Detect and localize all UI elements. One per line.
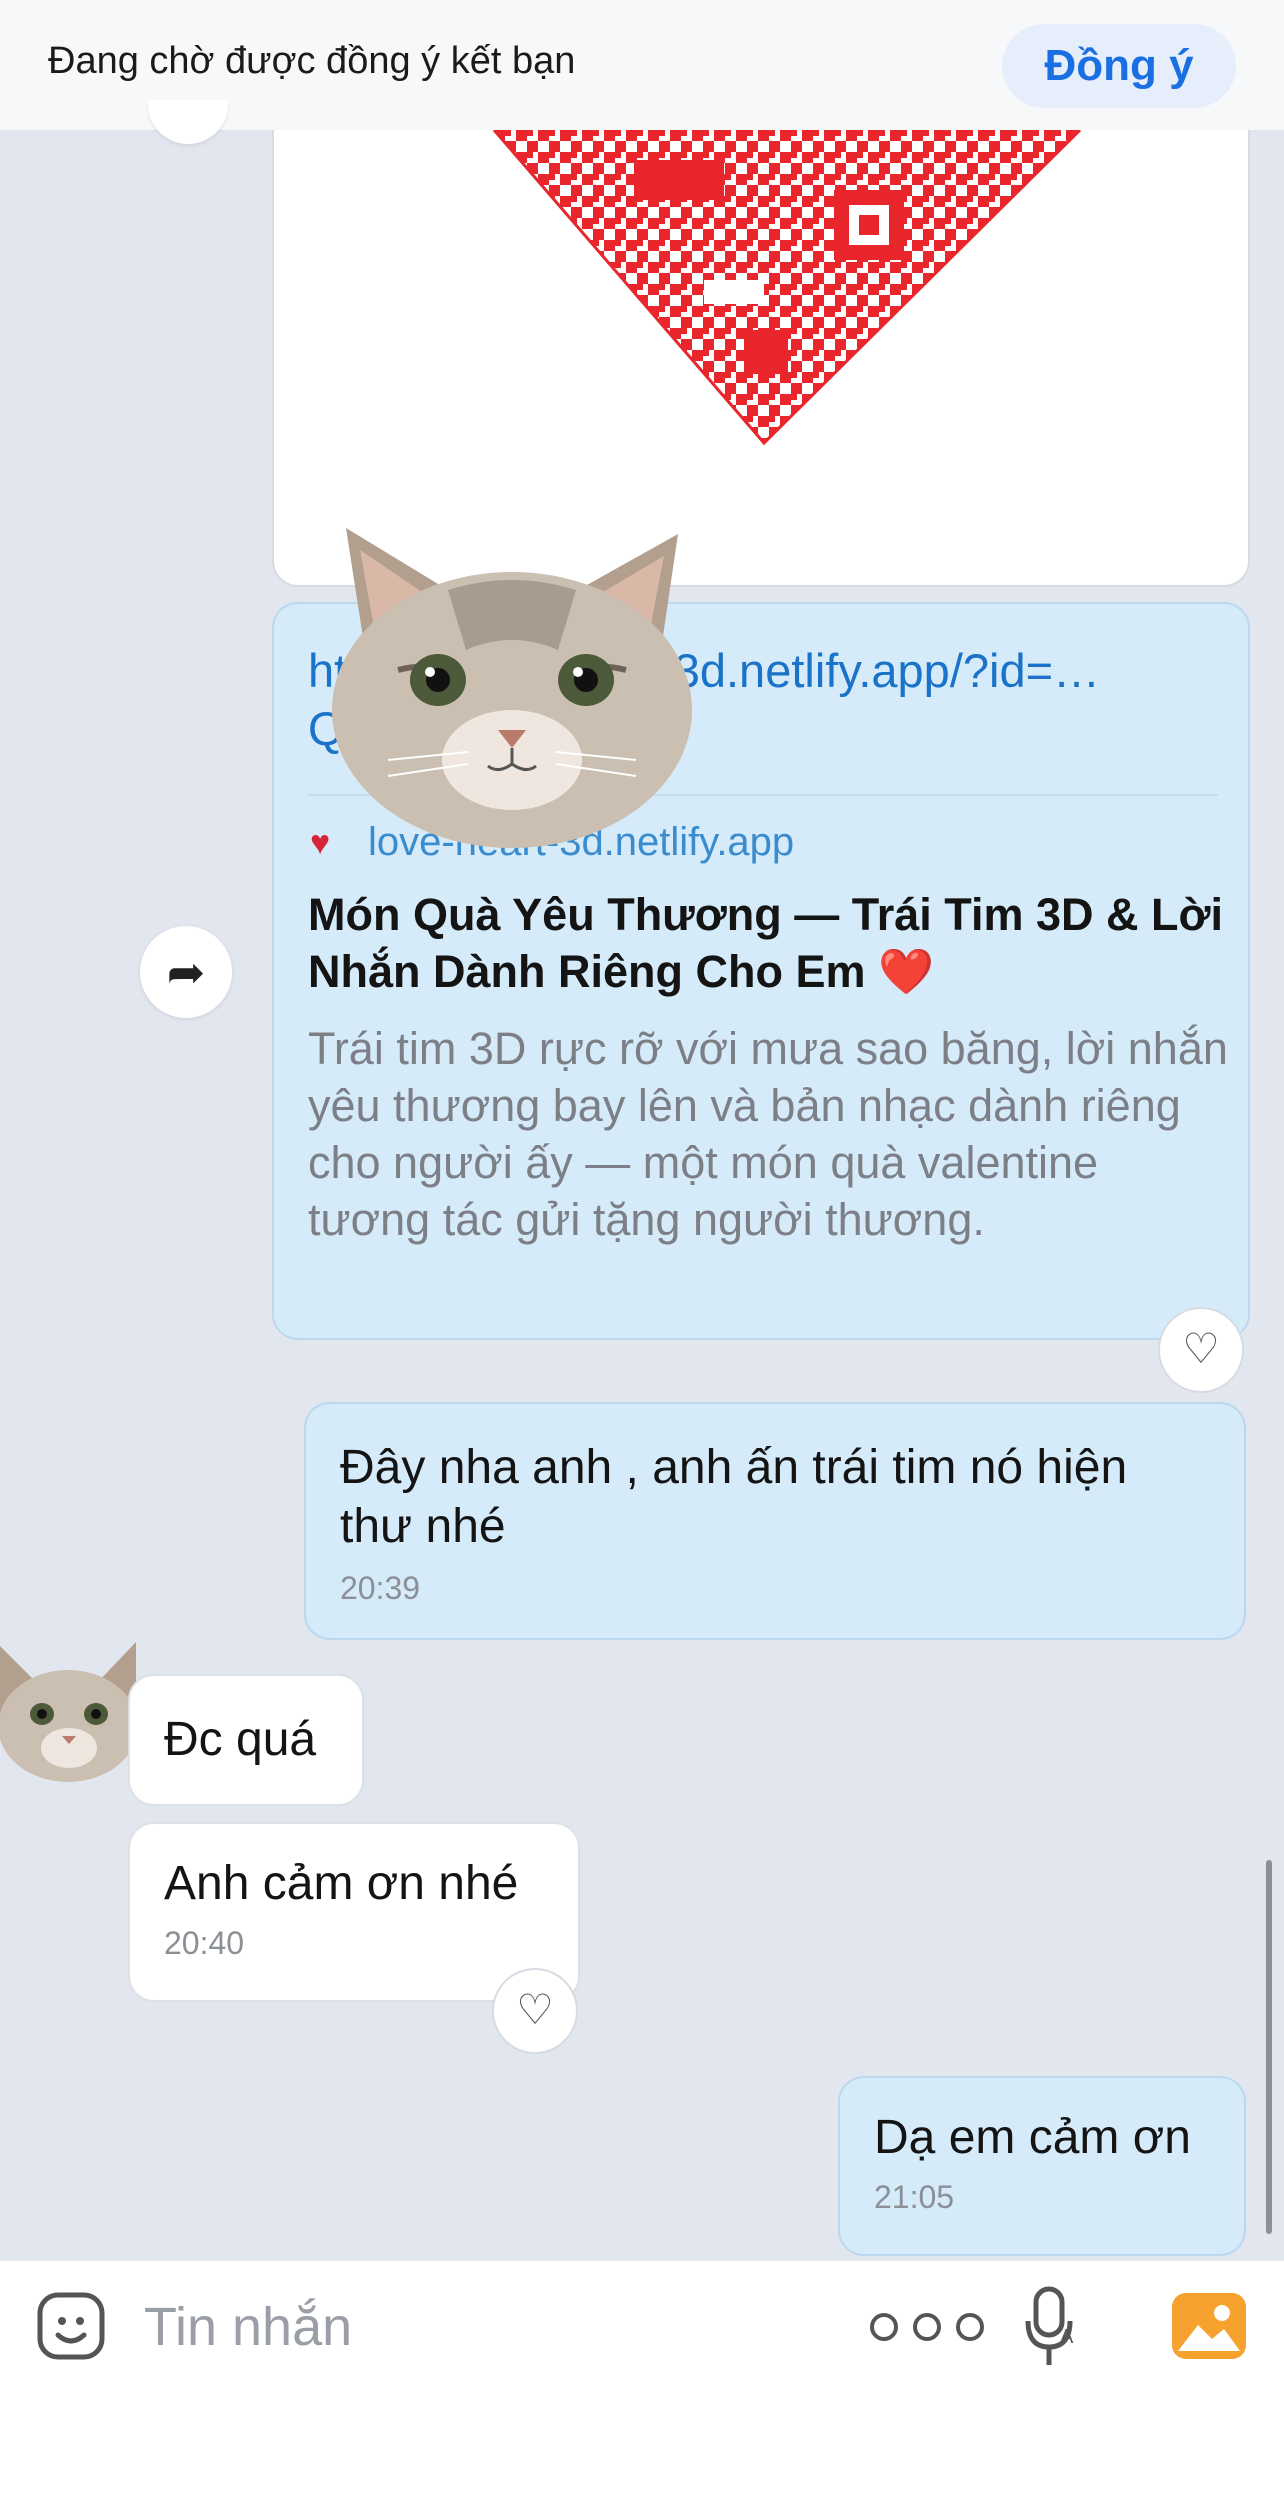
message-text: Đc quá: [164, 1713, 317, 1766]
heart-emoji: ❤️: [878, 946, 935, 997]
message-time: 21:05: [874, 2179, 955, 2215]
share-forward-icon[interactable]: ➦: [140, 926, 232, 1018]
message-text: Dạ em cảm ơn: [874, 2111, 1191, 2164]
message-bubble-received[interactable]: Đc quá: [128, 1674, 364, 1806]
accept-friend-button[interactable]: Đồng ý: [1002, 24, 1236, 108]
sticker-smile-icon[interactable]: [36, 2291, 106, 2361]
qr-code-image: [492, 130, 1082, 446]
message-time: 20:40: [164, 1925, 245, 1961]
link-title: Món Quà Yêu Thương — Trái Tim 3D & Lời N…: [308, 886, 1228, 1000]
avatar[interactable]: [0, 1636, 140, 1782]
heart-outline-icon[interactable]: ♡: [492, 1968, 578, 2054]
message-bubble-sent[interactable]: Dạ em cảm ơn 21:05: [838, 2076, 1246, 2256]
more-dots-icon[interactable]: [862, 2305, 992, 2349]
message-input[interactable]: [142, 2291, 746, 2363]
message-time: 20:39: [340, 1570, 421, 1606]
voice-to-text-icon[interactable]: A: [1022, 2285, 1082, 2369]
message-text: Đây nha anh , anh ấn trái tim nó hiện th…: [340, 1441, 1128, 1553]
link-title-text: Món Quà Yêu Thương — Trái Tim 3D & Lời N…: [308, 889, 1223, 997]
message-text: Anh cảm ơn nhé: [164, 1857, 519, 1910]
heart-outline-icon[interactable]: ♡: [1158, 1307, 1244, 1393]
message-composer: A: [0, 2260, 1284, 2506]
scrollbar[interactable]: [1266, 1860, 1272, 2234]
link-description: Trái tim 3D rực rỡ với mưa sao băng, lời…: [308, 1023, 1228, 1245]
image-message-qr[interactable]: [272, 130, 1250, 587]
banner-text: Đang chờ được đồng ý kết bạn: [48, 40, 576, 82]
svg-text:A: A: [1060, 2326, 1074, 2348]
cat-sticker: [332, 528, 692, 848]
image-gallery-icon[interactable]: [1172, 2293, 1246, 2359]
message-bubble-sent[interactable]: Đây nha anh , anh ấn trái tim nó hiện th…: [304, 1402, 1246, 1640]
avatar[interactable]: [148, 100, 228, 144]
